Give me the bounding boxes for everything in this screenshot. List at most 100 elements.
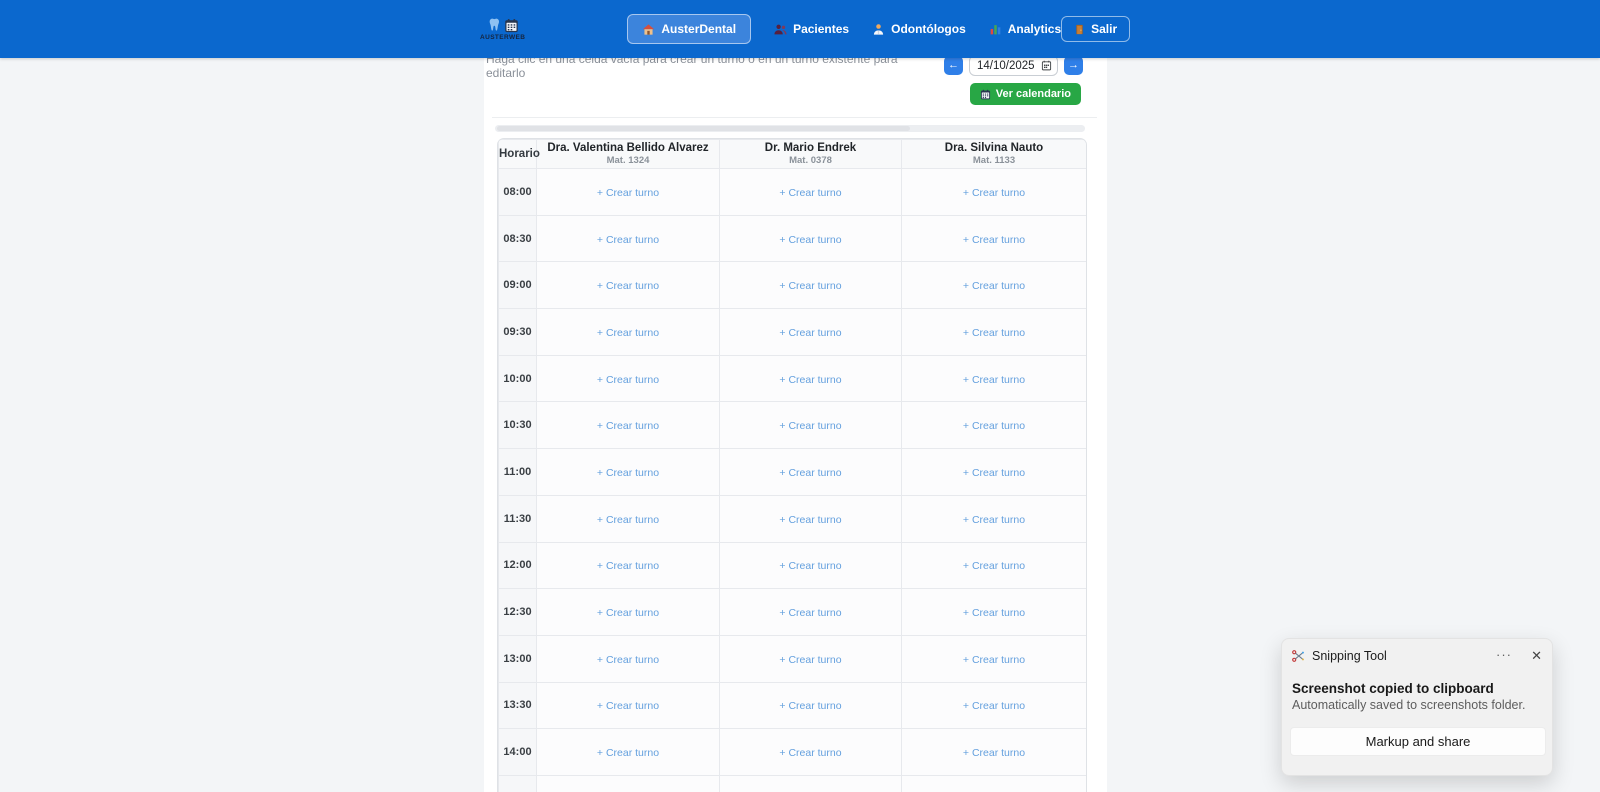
empty-slot-cell[interactable]: + Crear turno <box>536 728 720 776</box>
logout-button[interactable]: Salir <box>1061 16 1131 42</box>
create-turno-link[interactable]: + Crear turno <box>963 187 1025 199</box>
nav-item-pacientes[interactable]: Pacientes <box>774 22 849 36</box>
empty-slot-cell[interactable]: + Crear turno <box>536 634 720 683</box>
empty-slot-cell[interactable]: + Crear turno <box>901 214 1086 263</box>
empty-slot-cell[interactable]: + Crear turno <box>719 774 902 792</box>
empty-slot-cell[interactable]: + Crear turno <box>536 354 720 403</box>
empty-slot-cell[interactable]: + Crear turno <box>719 354 902 403</box>
create-turno-link[interactable]: + Crear turno <box>597 514 659 526</box>
create-turno-link[interactable]: + Crear turno <box>597 467 659 479</box>
next-day-button[interactable]: → <box>1064 56 1083 75</box>
empty-slot-cell[interactable]: + Crear turno <box>536 448 720 496</box>
create-turno-link[interactable]: + Crear turno <box>963 280 1025 292</box>
create-turno-link[interactable]: + Crear turno <box>779 560 841 572</box>
create-turno-link[interactable]: + Crear turno <box>963 700 1025 712</box>
date-input[interactable] <box>977 59 1041 72</box>
empty-slot-cell[interactable]: + Crear turno <box>536 401 720 450</box>
create-turno-link[interactable]: + Crear turno <box>597 747 659 759</box>
empty-slot-cell[interactable]: + Crear turno <box>901 634 1086 683</box>
create-turno-link[interactable]: + Crear turno <box>779 700 841 712</box>
create-turno-link[interactable]: + Crear turno <box>597 654 659 666</box>
empty-slot-cell[interactable]: + Crear turno <box>901 541 1086 590</box>
empty-slot-cell[interactable]: + Crear turno <box>536 308 720 356</box>
empty-slot-cell[interactable]: + Crear turno <box>719 401 902 450</box>
create-turno-link[interactable]: + Crear turno <box>963 560 1025 572</box>
date-picker[interactable] <box>969 55 1058 76</box>
empty-slot-cell[interactable]: + Crear turno <box>719 541 902 590</box>
close-icon[interactable]: ✕ <box>1531 648 1542 664</box>
empty-slot-cell[interactable]: + Crear turno <box>901 401 1086 450</box>
create-turno-link[interactable]: + Crear turno <box>963 607 1025 619</box>
create-turno-link[interactable]: + Crear turno <box>597 700 659 712</box>
empty-slot-cell[interactable]: + Crear turno <box>719 634 902 683</box>
empty-slot-cell[interactable]: + Crear turno <box>901 494 1086 543</box>
create-turno-link[interactable]: + Crear turno <box>963 327 1025 339</box>
create-turno-link[interactable]: + Crear turno <box>963 654 1025 666</box>
markup-share-button[interactable]: Markup and share <box>1290 727 1546 756</box>
view-calendar-button[interactable]: Ver calendario <box>969 83 1081 105</box>
empty-slot-cell[interactable]: + Crear turno <box>719 448 902 496</box>
empty-slot-cell[interactable]: + Crear turno <box>536 541 720 590</box>
empty-slot-cell[interactable]: + Crear turno <box>719 494 902 543</box>
more-options-icon[interactable]: ··· <box>1496 647 1512 662</box>
app-logo[interactable]: AUSTERWEB <box>480 17 525 42</box>
nav-item-analytics[interactable]: Analytics <box>989 22 1061 36</box>
nav-item-austerdental[interactable]: AusterDental <box>627 14 752 44</box>
create-turno-link[interactable]: + Crear turno <box>963 374 1025 386</box>
create-turno-link[interactable]: + Crear turno <box>597 280 659 292</box>
create-turno-link[interactable]: + Crear turno <box>963 234 1025 246</box>
create-turno-link[interactable]: + Crear turno <box>597 607 659 619</box>
empty-slot-cell[interactable]: + Crear turno <box>719 168 902 216</box>
create-turno-link[interactable]: + Crear turno <box>779 234 841 246</box>
create-turno-link[interactable]: + Crear turno <box>779 747 841 759</box>
scrollbar-thumb[interactable] <box>497 126 910 131</box>
create-turno-link[interactable]: + Crear turno <box>779 280 841 292</box>
create-turno-link[interactable]: + Crear turno <box>963 747 1025 759</box>
create-turno-link[interactable]: + Crear turno <box>597 327 659 339</box>
empty-slot-cell[interactable]: + Crear turno <box>536 261 720 310</box>
create-turno-link[interactable]: + Crear turno <box>963 420 1025 432</box>
empty-slot-cell[interactable]: + Crear turno <box>901 354 1086 403</box>
create-turno-link[interactable]: + Crear turno <box>597 374 659 386</box>
empty-slot-cell[interactable]: + Crear turno <box>719 728 902 776</box>
create-turno-link[interactable]: + Crear turno <box>779 420 841 432</box>
empty-slot-cell[interactable]: + Crear turno <box>719 681 902 730</box>
create-turno-link[interactable]: + Crear turno <box>597 234 659 246</box>
create-turno-link[interactable]: + Crear turno <box>597 560 659 572</box>
create-turno-link[interactable]: + Crear turno <box>963 467 1025 479</box>
empty-slot-cell[interactable]: + Crear turno <box>719 308 902 356</box>
empty-slot-cell[interactable]: + Crear turno <box>901 168 1086 216</box>
empty-slot-cell[interactable]: + Crear turno <box>536 168 720 216</box>
empty-slot-cell[interactable]: + Crear turno <box>536 494 720 543</box>
empty-slot-cell[interactable]: + Crear turno <box>719 214 902 263</box>
create-turno-link[interactable]: + Crear turno <box>779 327 841 339</box>
horizontal-scrollbar[interactable] <box>495 125 1085 132</box>
snipping-tool-notification: Snipping Tool ··· ✕ Screenshot copied to… <box>1281 638 1553 776</box>
empty-slot-cell[interactable]: + Crear turno <box>536 214 720 263</box>
empty-slot-cell[interactable]: + Crear turno <box>719 261 902 310</box>
create-turno-link[interactable]: + Crear turno <box>963 514 1025 526</box>
empty-slot-cell[interactable]: + Crear turno <box>901 308 1086 356</box>
create-turno-link[interactable]: + Crear turno <box>597 187 659 199</box>
empty-slot-cell[interactable]: + Crear turno <box>719 588 902 636</box>
create-turno-link[interactable]: + Crear turno <box>779 607 841 619</box>
empty-slot-cell[interactable]: + Crear turno <box>536 774 720 792</box>
empty-slot-cell[interactable]: + Crear turno <box>536 681 720 730</box>
create-turno-link[interactable]: + Crear turno <box>597 420 659 432</box>
empty-slot-cell[interactable]: + Crear turno <box>901 774 1086 792</box>
empty-slot-cell[interactable]: + Crear turno <box>901 681 1086 730</box>
create-turno-link[interactable]: + Crear turno <box>779 467 841 479</box>
empty-slot-cell[interactable]: + Crear turno <box>901 588 1086 636</box>
empty-slot-cell[interactable]: + Crear turno <box>901 728 1086 776</box>
empty-slot-cell[interactable]: + Crear turno <box>901 448 1086 496</box>
create-turno-link[interactable]: + Crear turno <box>779 514 841 526</box>
create-turno-link[interactable]: + Crear turno <box>779 654 841 666</box>
create-turno-link[interactable]: + Crear turno <box>779 374 841 386</box>
prev-day-button[interactable]: ← <box>944 56 963 75</box>
nav-item-odontologos[interactable]: Odontólogos <box>872 22 966 36</box>
empty-slot-cell[interactable]: + Crear turno <box>901 261 1086 310</box>
create-turno-link[interactable]: + Crear turno <box>779 187 841 199</box>
time-label: 09:30 <box>498 308 537 356</box>
date-picker-icon[interactable] <box>1041 60 1052 71</box>
empty-slot-cell[interactable]: + Crear turno <box>536 588 720 636</box>
